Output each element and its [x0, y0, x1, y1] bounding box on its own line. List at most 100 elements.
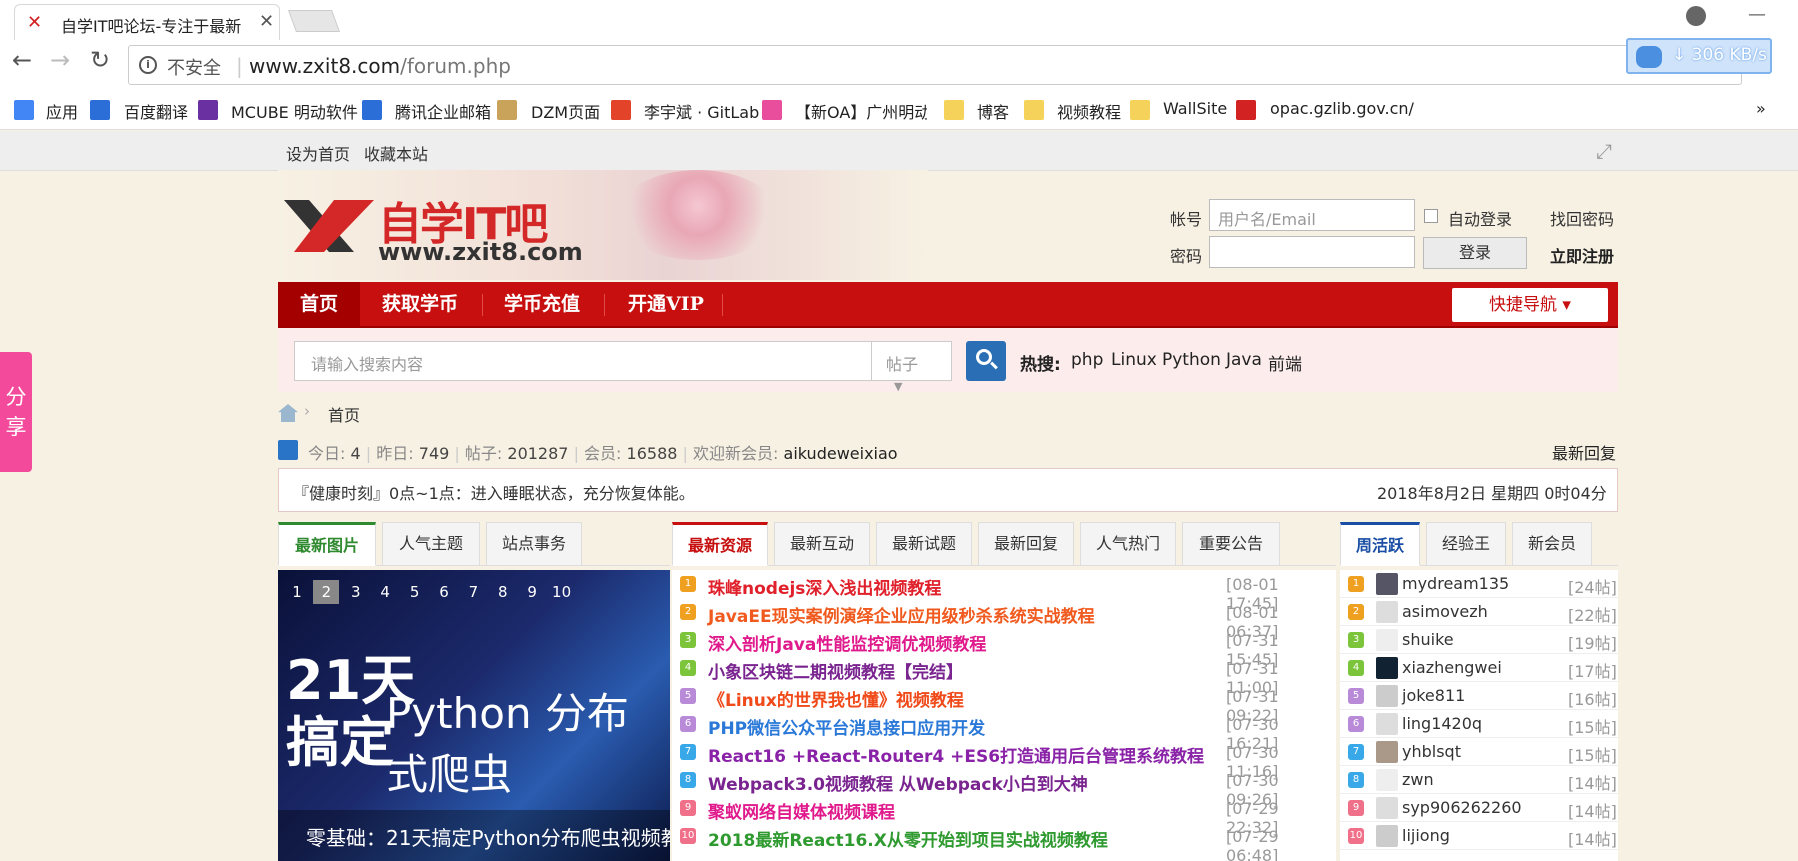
nav-home[interactable]: 首页 [278, 282, 360, 326]
search-button[interactable] [966, 341, 1006, 381]
resource-title-link[interactable]: 深入剖析Java性能监控调优视频教程 [708, 630, 986, 655]
avatar[interactable] [1376, 657, 1398, 679]
username-link[interactable]: lijiong [1402, 826, 1450, 845]
forward-icon[interactable]: → [50, 46, 70, 74]
slider-page-8[interactable]: 8 [490, 580, 516, 604]
bookmark-item[interactable]: 应用 [46, 99, 78, 123]
slider-page-9[interactable]: 9 [519, 580, 545, 604]
nav-get-coins[interactable]: 获取学币 [382, 282, 458, 326]
slider-page-7[interactable]: 7 [460, 580, 486, 604]
bookmark-item[interactable]: DZM页面 [531, 99, 600, 123]
bookmark-item[interactable]: MCUBE 明动软件 [231, 99, 358, 123]
slider-caption[interactable]: 零基础：21天搞定Python分布爬虫视频教程 [278, 810, 670, 861]
bookmark-item[interactable]: 李宇斌 · GitLab [644, 99, 759, 123]
resource-title-link[interactable]: 小象区块链二期视频教程【完结】 [708, 658, 963, 683]
resource-title-link[interactable]: Webpack3.0视频教程 从Webpack小白到大神 [708, 770, 1088, 795]
avatar[interactable] [1376, 741, 1398, 763]
list-item[interactable]: 2 JavaEE现实案例演绎企业应用级秒杀系统实战教程 [08-01 06:37] [672, 598, 1336, 641]
latest-reply-link[interactable]: 最新回复 [1552, 440, 1616, 464]
username-link[interactable]: joke811 [1402, 686, 1465, 705]
tab-weekly-active[interactable]: 周活跃 [1340, 522, 1420, 566]
avatar[interactable] [1376, 573, 1398, 595]
list-item[interactable]: 7 React16 +React-Router4 +ES6打造通用后台管理系统教程… [672, 738, 1336, 781]
bookmark-item[interactable]: 博客 [977, 99, 1009, 123]
username-link[interactable]: asimovezh [1402, 602, 1488, 621]
tab-popular-topics[interactable]: 人气主题 [382, 522, 480, 566]
list-item[interactable]: 4 小象区块链二期视频教程【完结】 [07-31 11:00] [672, 654, 1336, 697]
hot-keyword[interactable]: 前端 [1268, 350, 1302, 375]
slider-page-6[interactable]: 6 [431, 580, 457, 604]
browser-tab[interactable]: ✕ 自学IT吧论坛-专注于最新 ✕ [14, 4, 280, 40]
omnibox[interactable]: i 不安全 | www.zxit8.com/forum.php [128, 45, 1742, 85]
bookmark-site-link[interactable]: 收藏本站 [364, 141, 428, 165]
set-homepage-link[interactable]: 设为首页 [286, 141, 350, 165]
reload-icon[interactable]: ↻ [90, 46, 110, 74]
back-icon[interactable]: ← [12, 46, 32, 74]
tab-latest-replies[interactable]: 最新回复 [978, 522, 1074, 566]
resource-title-link[interactable]: JavaEE现实案例演绎企业应用级秒杀系统实战教程 [708, 602, 1095, 627]
home-icon[interactable] [278, 404, 298, 422]
list-item[interactable]: 10 2018最新React16.X从零开始到项目实战视频教程 [07-29 06:… [672, 822, 1336, 861]
resource-title-link[interactable]: React16 +React-Router4 +ES6打造通用后台管理系统教程 [708, 742, 1204, 767]
list-item[interactable]: 5 《Linux的世界我也懂》视频教程 [07-31 09:22] [672, 682, 1336, 725]
minimize-icon[interactable]: — [1748, 4, 1772, 25]
hot-keyword[interactable]: Python [1162, 350, 1221, 370]
new-tab-button[interactable] [287, 10, 341, 32]
quick-nav-button[interactable]: 快捷导航 ▾ [1452, 288, 1608, 322]
resource-title-link[interactable]: 《Linux的世界我也懂》视频教程 [708, 686, 964, 711]
share-button[interactable]: 分享 [0, 352, 32, 472]
slider-page-10[interactable]: 10 [549, 580, 575, 604]
profile-icon[interactable] [1686, 6, 1706, 26]
list-item[interactable]: 6 PHP微信公众平台消息接口应用开发 [07-30 16:21] [672, 710, 1336, 753]
list-item[interactable]: 3 深入剖析Java性能监控调优视频教程 [07-31 15:45] [672, 626, 1336, 669]
find-password-link[interactable]: 找回密码 [1550, 206, 1614, 230]
bookmark-item[interactable]: 【新OA】广州明动 [795, 99, 927, 123]
tab-latest-interaction[interactable]: 最新互动 [774, 522, 870, 566]
bookmark-item[interactable]: opac.gzlib.gov.cn/ [1270, 99, 1418, 118]
slider-page-4[interactable]: 4 [372, 580, 398, 604]
new-member-link[interactable]: aikudeweixiao [784, 444, 898, 463]
fullscreen-icon[interactable]: ⤢ [1596, 139, 1612, 163]
tab-site-affairs[interactable]: 站点事务 [486, 522, 582, 566]
search-type-select[interactable]: 帖子 ▼ [872, 341, 952, 393]
speed-widget[interactable]: ↓ 306 KB/s [1626, 38, 1772, 74]
avatar[interactable] [1376, 769, 1398, 791]
tab-latest-exams[interactable]: 最新试题 [876, 522, 972, 566]
tab-latest-resources[interactable]: 最新资源 [672, 522, 768, 566]
slider-page-1[interactable]: 1 [284, 580, 310, 604]
username-link[interactable]: shuike [1402, 630, 1454, 649]
resource-title-link[interactable]: 聚蚁网络自媒体视频课程 [708, 798, 895, 823]
hot-keyword[interactable]: Linux [1111, 350, 1157, 370]
info-icon[interactable]: i [139, 56, 157, 74]
nav-vip[interactable]: 开通VIP [628, 282, 704, 326]
nav-recharge[interactable]: 学币充值 [504, 282, 580, 326]
username-link[interactable]: syp906262260 [1402, 798, 1522, 817]
slider-page-5[interactable]: 5 [402, 580, 428, 604]
tab-latest-images[interactable]: 最新图片 [278, 522, 376, 566]
bookmark-item[interactable]: 视频教程 [1057, 99, 1121, 123]
bookmark-item[interactable]: 腾讯企业邮箱 [395, 99, 491, 123]
slider-page-3[interactable]: 3 [343, 580, 369, 604]
avatar[interactable] [1376, 601, 1398, 623]
tab-announcements[interactable]: 重要公告 [1182, 522, 1280, 566]
list-item[interactable]: 9 聚蚁网络自媒体视频课程 [07-29 22:32] [672, 794, 1336, 837]
auto-login-checkbox[interactable] [1424, 209, 1438, 223]
bookmarks-overflow-button[interactable]: » [1756, 99, 1766, 118]
username-link[interactable]: zwn [1402, 770, 1434, 789]
username-link[interactable]: xiazhengwei [1402, 658, 1502, 677]
bookmark-item[interactable]: 百度翻译 [124, 99, 188, 123]
username-link[interactable]: ling1420q [1402, 714, 1482, 733]
slider-page-2[interactable]: 2 [313, 580, 340, 604]
avatar[interactable] [1376, 685, 1398, 707]
username-link[interactable]: mydream135 [1402, 574, 1509, 593]
hot-keyword[interactable]: php [1071, 350, 1103, 370]
username-link[interactable]: yhblsqt [1402, 742, 1461, 761]
resource-title-link[interactable]: 珠峰nodejs深入浅出视频教程 [708, 574, 941, 599]
close-tab-icon[interactable]: ✕ [259, 11, 274, 32]
register-link[interactable]: 立即注册 [1550, 243, 1614, 267]
resource-title-link[interactable]: 2018最新React16.X从零开始到项目实战视频教程 [708, 826, 1108, 851]
avatar[interactable] [1376, 797, 1398, 819]
image-slider[interactable]: 1 2 3 4 5 6 7 8 9 10 21天 搞定 Python 分布式爬虫 零基础：21天搞定… [278, 570, 670, 861]
list-item[interactable]: 1 珠峰nodejs深入浅出视频教程 [08-01 17:45] [672, 570, 1336, 613]
avatar[interactable] [1376, 825, 1398, 847]
